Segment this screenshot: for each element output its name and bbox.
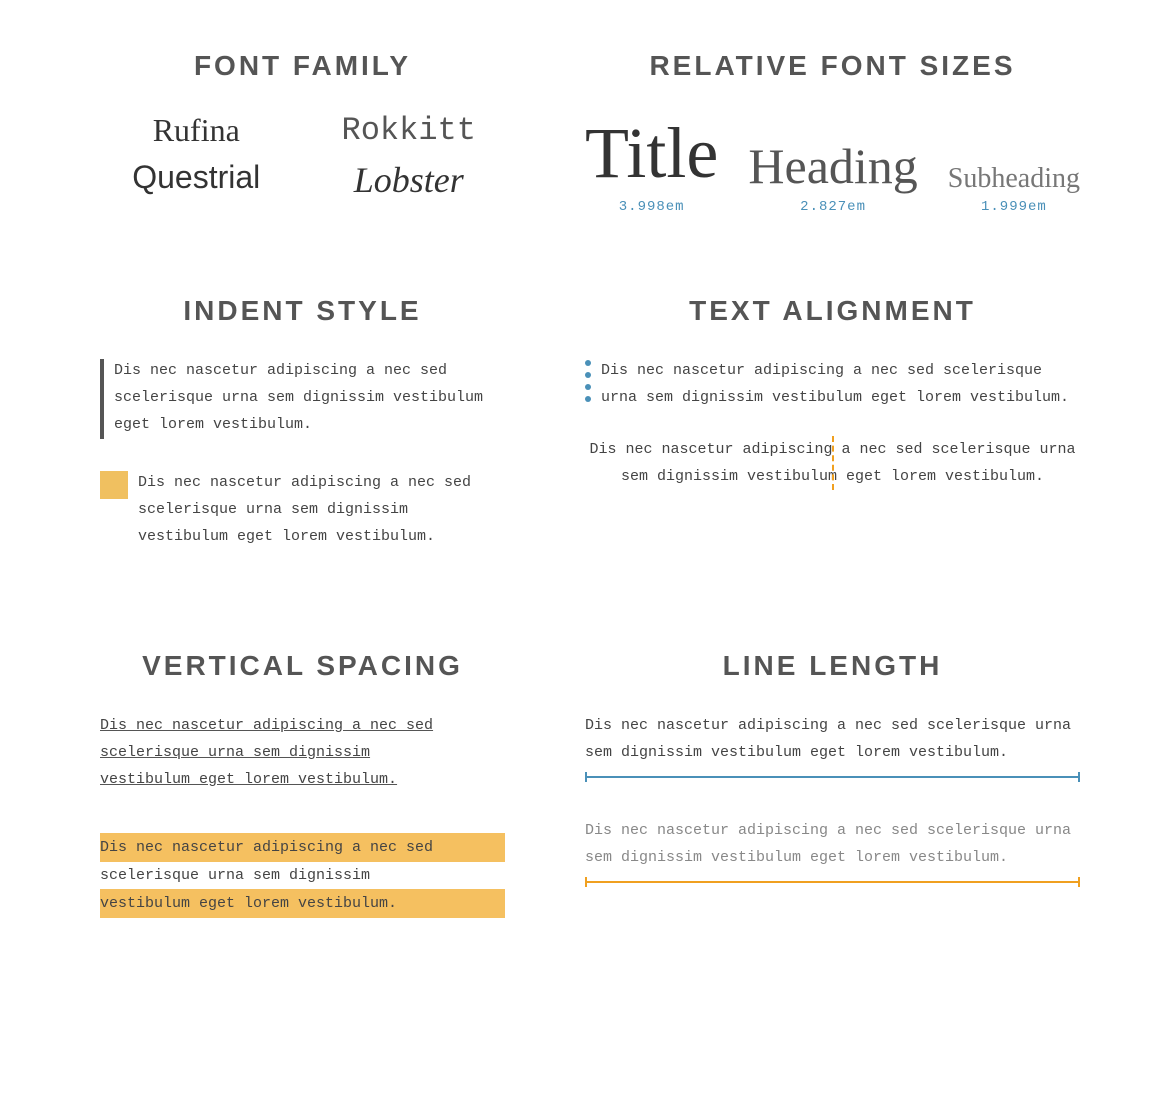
- indent-bar-line: [100, 359, 104, 439]
- vs-line-3: vestibulum eget lorem vestibulum.: [100, 771, 397, 788]
- indent-text-1: Dis nec nascetur adipiscing a nec sed sc…: [114, 357, 505, 438]
- line-length-arrow-blue: [585, 772, 1080, 782]
- indent-style-section: INDENT STYLE Dis nec nascetur adipiscing…: [40, 265, 545, 620]
- ll-text-2: Dis nec nascetur adipiscing a nec sed sc…: [585, 817, 1080, 871]
- ll-text-1: Dis nec nascetur adipiscing a nec sed sc…: [585, 712, 1080, 766]
- center-dashed-line: [832, 436, 834, 490]
- arrow-line-blue: [587, 776, 1078, 778]
- vs-text-highlight: Dis nec nascetur adipiscing a nec sed sc…: [100, 833, 505, 918]
- font-size-subheading: Subheading 1.999em: [948, 163, 1080, 215]
- line-length-title: LINE LENGTH: [585, 650, 1080, 682]
- font-size-heading: Heading 2.827em: [748, 137, 917, 215]
- title-text: Title: [585, 112, 718, 195]
- vertical-spacing-section: VERTICAL SPACING Dis nec nascetur adipis…: [40, 620, 545, 978]
- font-rufina: Rufina: [100, 112, 292, 149]
- dots-column: [585, 357, 591, 411]
- dot-3: [585, 384, 591, 390]
- indent-text-2: Dis nec nascetur adipiscing a nec sed sc…: [138, 469, 505, 550]
- alignment-center-block: Dis nec nascetur adipiscing a nec sed sc…: [585, 436, 1080, 490]
- relative-font-sizes-section: RELATIVE FONT SIZES Title 3.998em Headin…: [545, 20, 1120, 265]
- indent-block-2: Dis nec nascetur adipiscing a nec sed sc…: [100, 469, 505, 550]
- vs-highlight-line-2: vestibulum eget lorem vestibulum.: [100, 889, 505, 918]
- font-size-title: Title 3.998em: [585, 112, 718, 215]
- arrow-cap-right-orange: [1078, 877, 1080, 887]
- title-size-label: 3.998em: [585, 199, 718, 215]
- font-family-title: FONT FAMiLy: [100, 50, 505, 82]
- heading-size-label: 2.827em: [748, 199, 917, 215]
- indent-style-title: INDENT STYLE: [100, 295, 505, 327]
- font-family-section: FONT FAMiLy Rufina Rokkitt Questrial Lob…: [40, 20, 545, 265]
- vertical-spacing-title: VERTICAL SPACING: [100, 650, 505, 682]
- dot-1: [585, 360, 591, 366]
- text-alignment-title: TEXT ALIGNMENT: [585, 295, 1080, 327]
- indent-square: [100, 471, 128, 499]
- line-length-arrow-orange: [585, 877, 1080, 887]
- vs-line-2: scelerisque urna sem dignissim: [100, 744, 370, 761]
- vs-highlight-line-1: Dis nec nascetur adipiscing a nec sed: [100, 833, 505, 862]
- font-family-grid: Rufina Rokkitt Questrial Lobster: [100, 112, 505, 201]
- vs-line-1: Dis nec nascetur adipiscing a nec sed: [100, 717, 433, 734]
- font-sizes-demo: Title 3.998em Heading 2.827em Subheading…: [585, 112, 1080, 215]
- ll-block-wide: Dis nec nascetur adipiscing a nec sed sc…: [585, 817, 1080, 887]
- font-questrial: Questrial: [100, 159, 292, 201]
- ll-block-narrow: Dis nec nascetur adipiscing a nec sed sc…: [585, 712, 1080, 782]
- alignment-left-block: Dis nec nascetur adipiscing a nec sed sc…: [585, 357, 1080, 411]
- subheading-size-label: 1.999em: [948, 199, 1080, 215]
- vs-block-underline: Dis nec nascetur adipiscing a nec sed sc…: [100, 712, 505, 793]
- subheading-text: Subheading: [948, 163, 1080, 195]
- line-length-section: LINE LENGTH Dis nec nascetur adipiscing …: [545, 620, 1120, 978]
- indent-bar-1: Dis nec nascetur adipiscing a nec sed sc…: [100, 357, 505, 439]
- align-text-left: Dis nec nascetur adipiscing a nec sed sc…: [601, 357, 1080, 411]
- vs-text-underline: Dis nec nascetur adipiscing a nec sed sc…: [100, 712, 505, 793]
- indent-bar-2: Dis nec nascetur adipiscing a nec sed sc…: [100, 469, 505, 550]
- vs-block-highlight: Dis nec nascetur adipiscing a nec sed sc…: [100, 833, 505, 918]
- arrow-line-orange: [587, 881, 1078, 883]
- font-rokkitt: Rokkitt: [312, 112, 504, 149]
- relative-font-sizes-title: RELATIVE FONT SIZES: [585, 50, 1080, 82]
- heading-text: Heading: [748, 137, 917, 195]
- arrow-cap-right-blue: [1078, 772, 1080, 782]
- dot-2: [585, 372, 591, 378]
- dot-4: [585, 396, 591, 402]
- align-left-dots: Dis nec nascetur adipiscing a nec sed sc…: [585, 357, 1080, 411]
- indent-block-1: Dis nec nascetur adipiscing a nec sed sc…: [100, 357, 505, 439]
- font-lobster: Lobster: [312, 159, 504, 201]
- text-alignment-section: TEXT ALIGNMENT Dis nec nascetur adipisci…: [545, 265, 1120, 620]
- vs-nohighlight-line: scelerisque urna sem dignissim: [100, 867, 370, 884]
